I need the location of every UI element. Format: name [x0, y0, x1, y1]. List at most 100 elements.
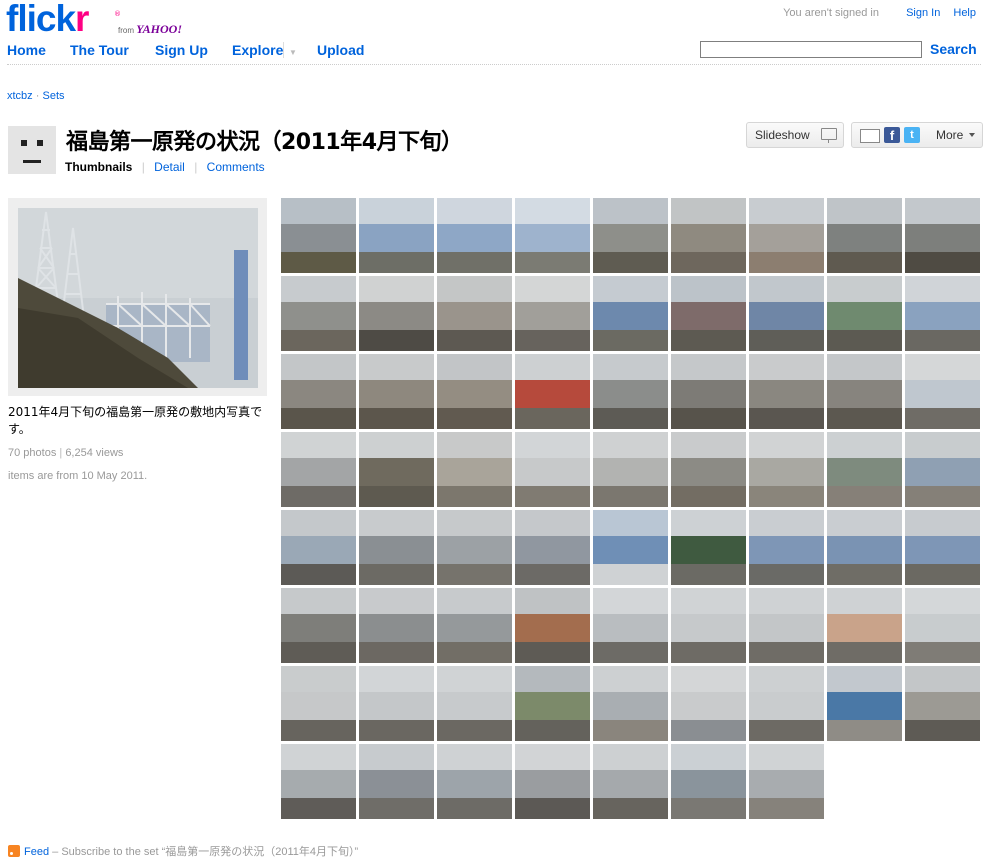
photo-thumbnail[interactable] [281, 432, 356, 507]
more-button[interactable]: More [936, 128, 963, 142]
photo-thumbnail[interactable] [671, 276, 746, 351]
photo-thumbnail[interactable] [437, 198, 512, 273]
photo-thumbnail[interactable] [281, 744, 356, 819]
photo-thumbnail[interactable] [437, 744, 512, 819]
photo-thumbnail[interactable] [437, 588, 512, 663]
photo-thumbnail[interactable] [515, 666, 590, 741]
photo-thumbnail[interactable] [827, 666, 902, 741]
photo-thumbnail[interactable] [515, 432, 590, 507]
thumbnail-ground [593, 720, 668, 741]
tab-comments[interactable]: Comments [207, 160, 265, 174]
nav-explore[interactable]: Explore [232, 42, 283, 58]
cover-photo-image [18, 208, 258, 388]
photo-thumbnail[interactable] [671, 354, 746, 429]
photo-thumbnail[interactable] [515, 744, 590, 819]
feed-link[interactable]: Feed [24, 846, 49, 858]
photo-thumbnail[interactable] [905, 510, 980, 585]
flickr-logo[interactable]: flickr ® from YAHOO! [6, 0, 182, 37]
help-link[interactable]: Help [953, 7, 976, 19]
photo-thumbnail[interactable] [593, 354, 668, 429]
photo-thumbnail[interactable] [515, 510, 590, 585]
photo-thumbnail[interactable] [437, 276, 512, 351]
photo-thumbnail[interactable] [437, 354, 512, 429]
set-cover-photo[interactable] [18, 208, 258, 388]
photo-thumbnail[interactable] [827, 432, 902, 507]
photo-thumbnail[interactable] [671, 198, 746, 273]
photo-thumbnail[interactable] [593, 588, 668, 663]
photo-thumbnail[interactable] [281, 510, 356, 585]
photo-thumbnail[interactable] [593, 510, 668, 585]
photo-thumbnail[interactable] [359, 744, 434, 819]
photo-thumbnail[interactable] [593, 744, 668, 819]
photo-thumbnail[interactable] [827, 276, 902, 351]
photo-thumbnail[interactable] [437, 666, 512, 741]
photo-thumbnail[interactable] [593, 198, 668, 273]
photo-thumbnail[interactable] [593, 666, 668, 741]
photo-thumbnail[interactable] [515, 198, 590, 273]
photo-thumbnail[interactable] [827, 588, 902, 663]
photo-thumbnail[interactable] [827, 354, 902, 429]
chevron-down-icon[interactable] [969, 133, 975, 137]
twitter-icon[interactable]: t [904, 127, 920, 143]
photo-thumbnail[interactable] [749, 432, 824, 507]
photo-thumbnail[interactable] [671, 588, 746, 663]
sign-in-link[interactable]: Sign In [906, 7, 940, 19]
photo-thumbnail[interactable] [905, 666, 980, 741]
photo-thumbnail[interactable] [515, 276, 590, 351]
photo-thumbnail[interactable] [359, 276, 434, 351]
search-button[interactable]: Search [930, 41, 977, 57]
photo-thumbnail[interactable] [749, 744, 824, 819]
email-icon[interactable] [860, 129, 880, 143]
photo-thumbnail[interactable] [671, 510, 746, 585]
tab-detail[interactable]: Detail [154, 160, 185, 174]
photo-thumbnail[interactable] [749, 276, 824, 351]
photo-thumbnail[interactable] [359, 198, 434, 273]
avatar[interactable] [8, 126, 56, 174]
slideshow-button[interactable]: Slideshow [746, 122, 844, 148]
nav-the-tour[interactable]: The Tour [70, 42, 129, 58]
search-input[interactable] [700, 41, 922, 58]
photo-thumbnail[interactable] [905, 198, 980, 273]
breadcrumb-sets[interactable]: Sets [42, 90, 64, 102]
photo-thumbnail[interactable] [359, 432, 434, 507]
photo-thumbnail[interactable] [671, 432, 746, 507]
photo-thumbnail[interactable] [359, 588, 434, 663]
photo-thumbnail[interactable] [281, 354, 356, 429]
photo-thumbnail[interactable] [905, 276, 980, 351]
breadcrumb-user[interactable]: xtcbz [7, 90, 33, 102]
photo-thumbnail[interactable] [905, 588, 980, 663]
photo-thumbnail[interactable] [749, 354, 824, 429]
photo-count: 70 photos [8, 447, 57, 459]
nav-sign-up[interactable]: Sign Up [155, 42, 208, 58]
photo-thumbnail[interactable] [749, 198, 824, 273]
nav-home[interactable]: Home [7, 42, 46, 58]
photo-thumbnail[interactable] [359, 354, 434, 429]
photo-thumbnail[interactable] [593, 276, 668, 351]
photo-thumbnail[interactable] [671, 744, 746, 819]
photo-thumbnail[interactable] [281, 666, 356, 741]
share-bar: f t More [851, 122, 983, 148]
photo-thumbnail[interactable] [827, 198, 902, 273]
photo-thumbnail[interactable] [359, 666, 434, 741]
photo-thumbnail[interactable] [515, 588, 590, 663]
photo-thumbnail[interactable] [749, 588, 824, 663]
photo-thumbnail[interactable] [671, 666, 746, 741]
photo-thumbnail[interactable] [749, 666, 824, 741]
photo-thumbnail[interactable] [437, 432, 512, 507]
photo-thumbnail[interactable] [437, 510, 512, 585]
photo-thumbnail[interactable] [281, 276, 356, 351]
photo-thumbnail[interactable] [359, 510, 434, 585]
rss-feed-icon[interactable] [8, 845, 20, 857]
nav-upload[interactable]: Upload [317, 42, 364, 58]
photo-thumbnail[interactable] [515, 354, 590, 429]
photo-thumbnail[interactable] [749, 510, 824, 585]
thumbnail-subject [515, 614, 590, 645]
facebook-icon[interactable]: f [884, 127, 900, 143]
photo-thumbnail[interactable] [281, 588, 356, 663]
photo-thumbnail[interactable] [827, 510, 902, 585]
photo-thumbnail[interactable] [593, 432, 668, 507]
photo-thumbnail[interactable] [281, 198, 356, 273]
photo-thumbnail[interactable] [905, 354, 980, 429]
photo-thumbnail[interactable] [905, 432, 980, 507]
explore-dropdown-icon[interactable]: ▼ [289, 48, 297, 57]
